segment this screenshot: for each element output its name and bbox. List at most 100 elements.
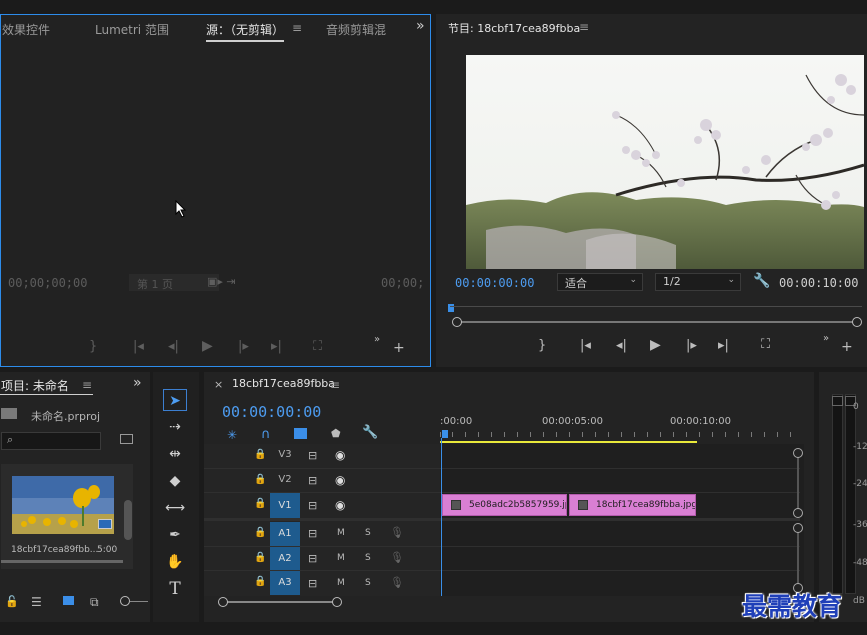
video-scrollbar[interactable] <box>793 448 803 518</box>
timeline-timecode[interactable]: 00:00:00:00 <box>222 403 321 421</box>
microphone-icon[interactable]: 🎙 <box>390 551 404 564</box>
timeline-zoom-bar[interactable] <box>218 596 342 608</box>
audio-scrollbar[interactable] <box>793 523 803 593</box>
timeline-menu-icon[interactable]: ≡ <box>330 378 340 392</box>
selection-tool-icon[interactable]: ➤ <box>163 389 187 411</box>
timeline-clip[interactable]: 5e08adc2b5857959.jp <box>442 494 567 516</box>
mute-button[interactable]: M <box>337 578 345 588</box>
lock-icon[interactable]: 🔒 <box>254 474 266 485</box>
track-a3[interactable]: A3 <box>270 571 300 595</box>
track-a2[interactable]: A2 <box>270 547 300 570</box>
step-forward-icon[interactable]: |▸ <box>686 339 697 353</box>
program-menu-icon[interactable]: ≡ <box>579 20 589 34</box>
snap-icon[interactable]: ∩ <box>261 427 271 442</box>
work-area-bar[interactable] <box>440 441 697 443</box>
icon-view-icon[interactable] <box>63 596 74 605</box>
eye-icon[interactable]: ◉ <box>335 498 345 512</box>
go-to-out-icon[interactable]: ▸| <box>271 340 282 354</box>
sequence-tab[interactable]: 18cbf17cea89fbba <box>232 377 335 390</box>
step-forward-icon[interactable]: |▸ <box>238 340 249 354</box>
fit-select[interactable]: 适合 ⌄ <box>557 273 643 291</box>
panel-overflow-icon[interactable]: » <box>416 18 425 34</box>
lock-icon[interactable]: 🔒 <box>254 449 266 460</box>
time-ruler[interactable]: :00:00 00:00:05:00 00:00:10:00 <box>440 410 800 444</box>
type-tool-icon[interactable]: T <box>163 578 187 600</box>
track-v1[interactable]: V1 <box>270 493 300 518</box>
source-menu-icon[interactable]: ≡ <box>292 21 302 35</box>
list-view-icon[interactable]: ☰ <box>31 595 42 609</box>
go-to-out-icon[interactable]: ▸| <box>718 339 729 353</box>
timeline-playhead[interactable] <box>442 430 448 438</box>
add-marker-icon[interactable]: ⬟ <box>331 427 341 440</box>
linked-selection-icon[interactable] <box>294 428 307 439</box>
mark-out-icon[interactable]: } <box>538 339 546 353</box>
button-editor-overflow-icon[interactable]: » <box>823 332 829 346</box>
zoom-handle-right[interactable] <box>852 317 862 327</box>
toggle-sync-icon[interactable]: ⊟ <box>308 474 317 487</box>
zoom-slider-handle[interactable] <box>120 596 130 606</box>
toggle-sync-icon[interactable]: ⊟ <box>308 577 317 590</box>
panel-overflow-icon[interactable]: » <box>133 375 142 391</box>
zoom-handle-left[interactable] <box>452 317 462 327</box>
timeline-clip[interactable]: 18cbf17cea89fbba.jpg <box>569 494 696 516</box>
solo-button[interactable]: S <box>365 528 371 538</box>
play-icon[interactable]: ▶ <box>202 339 213 353</box>
mark-out-icon[interactable]: } <box>89 340 97 354</box>
pen-tool-icon[interactable]: ✒ <box>163 524 187 546</box>
add-button-icon[interactable]: + <box>841 340 853 354</box>
wrench-icon[interactable]: 🔧 <box>753 273 770 289</box>
export-frame-icon[interactable]: ⛶ <box>761 338 770 352</box>
toggle-sync-icon[interactable]: ⊟ <box>308 552 317 565</box>
lock-icon[interactable]: 🔓 <box>5 595 19 608</box>
timeline-settings-icon[interactable]: 🔧 <box>362 425 378 440</box>
step-back-icon[interactable]: ◂| <box>616 339 627 353</box>
page-arrows-icon[interactable]: ▣▸ ⇥ <box>207 275 236 288</box>
project-menu-icon[interactable]: ≡ <box>82 378 92 392</box>
program-timecode[interactable]: 00:00:00:00 <box>455 276 534 290</box>
resolution-select[interactable]: 1/2 ⌄ <box>655 273 741 291</box>
microphone-icon[interactable]: 🎙 <box>390 526 404 539</box>
slip-tool-icon[interactable]: ⟷ <box>163 497 187 519</box>
play-icon[interactable]: ▶ <box>650 338 661 352</box>
microphone-icon[interactable]: 🎙 <box>390 576 404 589</box>
track-v2[interactable]: V2 <box>270 469 300 491</box>
freeform-view-icon[interactable]: ⧉ <box>90 595 99 610</box>
tab-effect-controls[interactable]: 效果控件 <box>2 21 50 38</box>
program-title[interactable]: 节目: 18cbf17cea89fbba <box>448 20 580 36</box>
eye-icon[interactable]: ◉ <box>335 473 345 487</box>
nest-toggle-icon[interactable]: ✳ <box>227 428 237 442</box>
toggle-sync-icon[interactable]: ⊟ <box>308 499 317 512</box>
tab-audio-clip-mixer[interactable]: 音频剪辑混 <box>326 21 386 38</box>
razor-tool-icon[interactable]: ◆ <box>163 470 187 492</box>
project-title[interactable]: 项目: 未命名 <box>1 377 69 394</box>
new-bin-icon[interactable] <box>120 434 133 444</box>
project-search-input[interactable]: ⌕ <box>1 432 101 450</box>
tab-lumetri-scopes[interactable]: Lumetri 范围 <box>95 21 169 38</box>
track-select-tool-icon[interactable]: ⇢ <box>163 416 187 438</box>
ripple-edit-tool-icon[interactable]: ⇹ <box>163 443 187 465</box>
toggle-sync-icon[interactable]: ⊟ <box>308 449 317 462</box>
mute-button[interactable]: M <box>337 553 345 563</box>
track-v3[interactable]: V3 <box>270 444 300 466</box>
lock-icon[interactable]: 🔒 <box>254 576 266 587</box>
mute-button[interactable]: M <box>337 528 345 538</box>
lock-icon[interactable]: 🔒 <box>254 552 266 563</box>
track-a1[interactable]: A1 <box>270 522 300 546</box>
add-button-icon[interactable]: + <box>393 341 405 355</box>
tab-source[interactable]: 源：（无剪辑） <box>206 21 285 42</box>
toggle-sync-icon[interactable]: ⊟ <box>308 527 317 540</box>
close-icon[interactable]: × <box>214 378 223 391</box>
project-scrollbar[interactable] <box>124 500 132 540</box>
eye-icon[interactable]: ◉ <box>335 448 345 462</box>
go-to-in-icon[interactable]: |◂ <box>580 339 591 353</box>
project-item-thumbnail[interactable]: 18cbf17cea89fbb... 5:00 <box>1 464 133 569</box>
hand-tool-icon[interactable]: ✋ <box>163 551 187 573</box>
lock-icon[interactable]: 🔒 <box>254 527 266 538</box>
program-scrub-bar[interactable] <box>448 304 862 318</box>
export-frame-icon[interactable]: ⛶ <box>313 340 322 354</box>
button-editor-overflow-icon[interactable]: » <box>374 333 380 347</box>
step-back-icon[interactable]: ◂| <box>168 340 179 354</box>
go-to-in-icon[interactable]: |◂ <box>133 340 144 354</box>
solo-button[interactable]: S <box>365 578 371 588</box>
lock-icon[interactable]: 🔒 <box>254 498 266 509</box>
